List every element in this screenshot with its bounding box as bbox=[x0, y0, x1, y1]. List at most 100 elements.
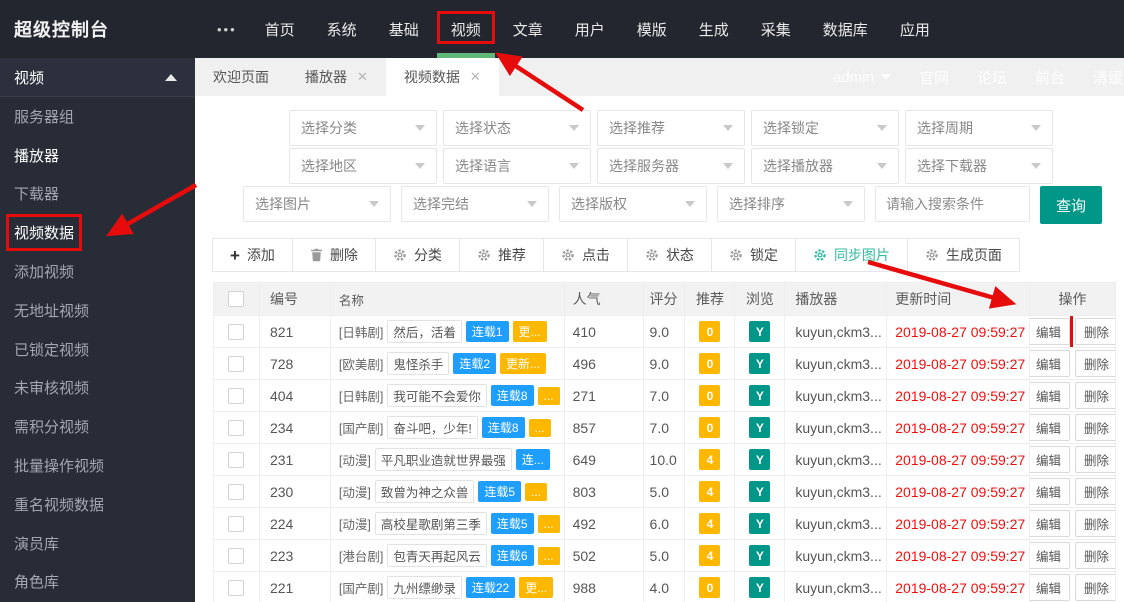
filter-select-选择分类[interactable]: 选择分类 bbox=[289, 110, 437, 146]
search-input[interactable] bbox=[875, 186, 1030, 222]
filter-select-选择语言[interactable]: 选择语言 bbox=[443, 148, 591, 184]
toolbar-button-label: 同步图片 bbox=[833, 247, 890, 263]
filter-select-选择推荐[interactable]: 选择推荐 bbox=[597, 110, 745, 146]
close-icon[interactable]: ✕ bbox=[470, 69, 481, 85]
filter-select-选择锁定[interactable]: 选择锁定 bbox=[751, 110, 899, 146]
filter-select-选择排序[interactable]: 选择排序 bbox=[717, 186, 865, 222]
filter-select-选择完结[interactable]: 选择完结 bbox=[401, 186, 549, 222]
sidebar-item-批量操作视频[interactable]: 批量操作视频 bbox=[0, 446, 195, 485]
tab-欢迎页面[interactable]: 欢迎页面 bbox=[195, 58, 287, 96]
row-checkbox[interactable] bbox=[228, 419, 245, 436]
user-links: 官网 论坛 前台 清缓存 bbox=[919, 67, 1124, 88]
filter-select-选择图片[interactable]: 选择图片 bbox=[243, 186, 391, 222]
toolbar-button-推荐[interactable]: 推荐 bbox=[458, 238, 544, 272]
delete-button[interactable]: 删除 bbox=[1075, 382, 1116, 409]
sidebar-item-角色库[interactable]: 角色库 bbox=[0, 563, 195, 602]
tab-视频数据[interactable]: 视频数据 ✕ bbox=[385, 58, 499, 96]
row-checkbox[interactable] bbox=[228, 323, 245, 340]
nav-item-生成[interactable]: 生成 bbox=[683, 0, 745, 58]
toolbar-button-分类[interactable]: 分类 bbox=[374, 238, 460, 272]
sidebar-item-服务器组[interactable]: 服务器组 bbox=[0, 97, 195, 136]
user-link-官网[interactable]: 官网 bbox=[919, 67, 949, 88]
sidebar-item-重名视频数据[interactable]: 重名视频数据 bbox=[0, 485, 195, 524]
toolbar-button-状态[interactable]: 状态 bbox=[626, 238, 712, 272]
nav-item-系统[interactable]: 系统 bbox=[311, 0, 373, 58]
edit-button[interactable]: 编辑 bbox=[1030, 382, 1071, 409]
delete-button[interactable]: 删除 bbox=[1075, 574, 1116, 601]
video-title: 致曾为神之众兽 bbox=[374, 480, 475, 503]
sidebar-item-视频数据[interactable]: 视频数据 bbox=[0, 213, 195, 252]
filter-select-选择下载器[interactable]: 选择下载器 bbox=[905, 148, 1053, 184]
score-value: 7.0 bbox=[644, 412, 686, 443]
edit-button[interactable]: 编辑 bbox=[1030, 316, 1074, 347]
delete-button[interactable]: 删除 bbox=[1075, 318, 1116, 345]
delete-button[interactable]: 删除 bbox=[1075, 478, 1116, 505]
row-checkbox[interactable] bbox=[228, 387, 245, 404]
filter-select-value: 选择完结 bbox=[413, 196, 469, 212]
tab-播放器[interactable]: 播放器 ✕ bbox=[287, 58, 386, 96]
row-checkbox[interactable] bbox=[228, 483, 245, 500]
sidebar-item-添加视频[interactable]: 添加视频 bbox=[0, 252, 195, 291]
sidebar-item-无地址视频[interactable]: 无地址视频 bbox=[0, 291, 195, 330]
delete-button[interactable]: 删除 bbox=[1075, 446, 1116, 473]
toolbar-button-点击[interactable]: 点击 bbox=[542, 238, 628, 272]
edit-button[interactable]: 编辑 bbox=[1030, 510, 1071, 537]
edit-button[interactable]: 编辑 bbox=[1030, 478, 1071, 505]
select-all-checkbox[interactable] bbox=[228, 291, 245, 307]
user-link-前台[interactable]: 前台 bbox=[1035, 67, 1065, 88]
toolbar-button-同步图片[interactable]: 同步图片 bbox=[794, 238, 908, 272]
trash-icon bbox=[310, 248, 323, 262]
nav-item-数据库[interactable]: 数据库 bbox=[807, 0, 884, 58]
nav-item-文章[interactable]: 文章 bbox=[497, 0, 559, 58]
sidebar-item-未审核视频[interactable]: 未审核视频 bbox=[0, 369, 195, 408]
sidebar-item-需积分视频[interactable]: 需积分视频 bbox=[0, 407, 195, 446]
nav-item-模版[interactable]: 模版 bbox=[621, 0, 683, 58]
toolbar-button-删除[interactable]: 删除 bbox=[291, 238, 376, 272]
delete-button[interactable]: 删除 bbox=[1075, 510, 1116, 537]
row-checkbox[interactable] bbox=[228, 355, 245, 372]
more-menu-icon[interactable]: ••• bbox=[217, 22, 237, 37]
update-badge: ... bbox=[537, 546, 560, 565]
row-checkbox[interactable] bbox=[228, 547, 245, 564]
edit-button[interactable]: 编辑 bbox=[1030, 446, 1071, 473]
query-button[interactable]: 查询 bbox=[1040, 186, 1102, 224]
nav-item-基础[interactable]: 基础 bbox=[373, 0, 435, 58]
nav-item-应用[interactable]: 应用 bbox=[884, 0, 946, 58]
video-name-cell: [动漫] 致曾为神之众兽 连载5... bbox=[331, 476, 565, 507]
edit-button[interactable]: 编辑 bbox=[1030, 574, 1071, 601]
filter-select-选择周期[interactable]: 选择周期 bbox=[905, 110, 1053, 146]
sidebar-group-video[interactable]: 视频 bbox=[0, 58, 195, 97]
chevron-down-icon bbox=[723, 163, 733, 169]
row-checkbox[interactable] bbox=[228, 579, 245, 596]
toolbar-button-锁定[interactable]: 锁定 bbox=[710, 238, 796, 272]
filter-select-选择状态[interactable]: 选择状态 bbox=[443, 110, 591, 146]
sidebar-item-下载器[interactable]: 下载器 bbox=[0, 175, 195, 214]
edit-button[interactable]: 编辑 bbox=[1030, 414, 1071, 441]
chevron-down-icon bbox=[880, 74, 891, 80]
filter-select-选择播放器[interactable]: 选择播放器 bbox=[751, 148, 899, 184]
nav-item-视频[interactable]: 视频 bbox=[435, 0, 497, 58]
sidebar-item-已锁定视频[interactable]: 已锁定视频 bbox=[0, 330, 195, 369]
user-link-清缓存[interactable]: 清缓存 bbox=[1093, 67, 1124, 88]
sidebar-item-播放器[interactable]: 播放器 bbox=[0, 136, 195, 175]
nav-item-用户[interactable]: 用户 bbox=[559, 0, 621, 58]
toolbar-button-生成页面[interactable]: 生成页面 bbox=[906, 238, 1020, 272]
filter-select-选择服务器[interactable]: 选择服务器 bbox=[597, 148, 745, 184]
user-menu[interactable]: admin bbox=[833, 69, 891, 86]
edit-button[interactable]: 编辑 bbox=[1030, 350, 1071, 377]
user-link-论坛[interactable]: 论坛 bbox=[977, 67, 1007, 88]
gear-icon bbox=[729, 248, 743, 262]
delete-button[interactable]: 删除 bbox=[1075, 414, 1116, 441]
filter-select-选择版权[interactable]: 选择版权 bbox=[559, 186, 707, 222]
sidebar-item-演员库[interactable]: 演员库 bbox=[0, 524, 195, 563]
delete-button[interactable]: 删除 bbox=[1075, 350, 1116, 377]
nav-item-首页[interactable]: 首页 bbox=[249, 0, 311, 58]
row-checkbox[interactable] bbox=[228, 451, 245, 468]
row-checkbox[interactable] bbox=[228, 515, 245, 532]
nav-item-采集[interactable]: 采集 bbox=[745, 0, 807, 58]
edit-button[interactable]: 编辑 bbox=[1030, 542, 1071, 569]
toolbar-button-添加[interactable]: + 添加 bbox=[212, 238, 293, 272]
filter-select-选择地区[interactable]: 选择地区 bbox=[289, 148, 437, 184]
close-icon[interactable]: ✕ bbox=[357, 69, 368, 85]
delete-button[interactable]: 删除 bbox=[1075, 542, 1116, 569]
